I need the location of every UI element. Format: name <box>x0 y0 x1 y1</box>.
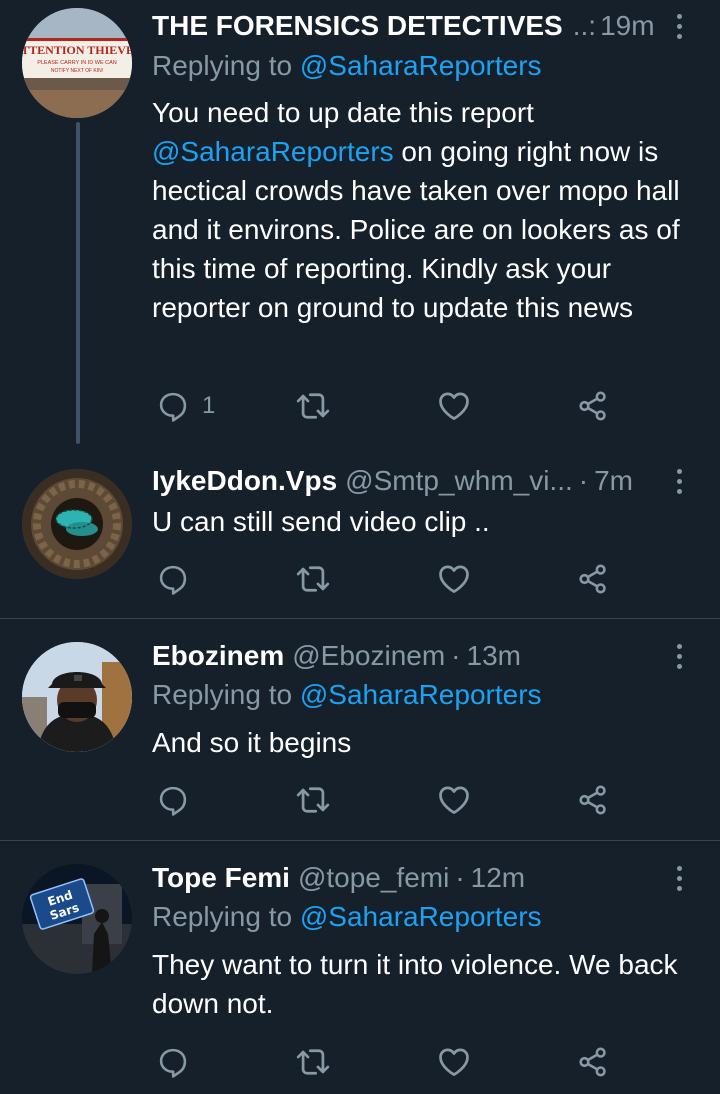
avatar[interactable]: ATTENTION THIEVES PLEASE CARRY IN ID WE … <box>22 8 132 118</box>
avatar-image <box>22 642 132 752</box>
tweet-actions <box>152 559 622 599</box>
retweet-icon <box>295 782 331 818</box>
tweet-actions <box>152 780 622 820</box>
like-icon <box>436 782 472 818</box>
replying-to: Replying to @SaharaReporters <box>152 50 542 82</box>
avatar-sign-line1: ATTENTION THIEVES <box>22 43 132 57</box>
tweet-text: U can still send video clip .. <box>152 506 490 537</box>
avatar-sign-line2: PLEASE CARRY IN ID WE CAN <box>37 60 117 66</box>
share-icon <box>576 1045 610 1079</box>
separator: · <box>578 465 589 496</box>
timestamp[interactable]: 7m <box>594 465 633 497</box>
handle[interactable]: @Smtp_whm_vi... <box>345 465 573 497</box>
share-icon <box>576 562 610 596</box>
avatar-sign-line3: NOTIFY NEXT OF KIN! <box>51 68 103 74</box>
retweet-icon <box>295 561 331 597</box>
tweet-text: They want to turn it into violence. We b… <box>152 949 678 1019</box>
like-button[interactable] <box>436 780 472 820</box>
share-icon <box>576 783 610 817</box>
share-button[interactable] <box>576 559 610 599</box>
like-button[interactable] <box>436 1042 472 1082</box>
tweet[interactable]: End Sars Tope Femi @tope_femi · 12m Repl… <box>0 841 720 1094</box>
tweet-header: THE FORENSICS DETECTIVES ..: 19m <box>152 6 656 46</box>
retweet-button[interactable] <box>295 1042 331 1082</box>
reply-icon <box>156 783 190 817</box>
more-icon[interactable] <box>674 6 684 46</box>
display-name[interactable]: Tope Femi <box>152 862 290 894</box>
retweet-icon <box>295 1044 331 1080</box>
replying-mention[interactable]: @SaharaReporters <box>300 50 542 81</box>
like-icon <box>436 1044 472 1080</box>
retweet-button[interactable] <box>295 386 331 426</box>
avatar-image <box>22 469 132 579</box>
retweet-icon <box>295 388 331 424</box>
separator: · <box>455 862 465 893</box>
separator: · <box>451 640 461 671</box>
like-icon <box>436 388 472 424</box>
reply-button[interactable]: 1 <box>156 386 215 426</box>
reply-icon <box>156 562 190 596</box>
handle[interactable]: @Ebozinem <box>292 640 445 672</box>
avatar[interactable]: End Sars <box>22 864 132 974</box>
replying-to: Replying to @SaharaReporters <box>152 679 542 711</box>
more-icon[interactable] <box>674 461 684 501</box>
avatar[interactable] <box>22 469 132 579</box>
avatar-image: End Sars <box>22 864 132 974</box>
replying-prefix: Replying to <box>152 901 293 932</box>
thread-line <box>76 122 80 444</box>
replying-mention[interactable]: @SaharaReporters <box>300 679 542 710</box>
tweet-actions <box>152 1042 622 1082</box>
share-button[interactable] <box>576 780 610 820</box>
tweet-header: Ebozinem @Ebozinem · 13m <box>152 636 660 676</box>
timestamp[interactable]: 19m <box>600 10 654 42</box>
tweet-text: And so it begins <box>152 727 352 758</box>
timestamp[interactable]: 13m <box>467 640 521 672</box>
tweet[interactable]: IykeDdon.Vps @Smtp_whm_vi... · 7m U can … <box>0 455 720 618</box>
retweet-button[interactable] <box>295 559 331 599</box>
tweet[interactable]: ATTENTION THIEVES PLEASE CARRY IN ID WE … <box>0 0 720 455</box>
display-name[interactable]: Ebozinem <box>152 640 284 672</box>
avatar[interactable] <box>22 642 132 752</box>
tweet-text: You need to up date this report @SaharaR… <box>152 93 697 327</box>
reply-button[interactable] <box>156 559 202 599</box>
reply-button[interactable] <box>156 1042 202 1082</box>
more-icon[interactable] <box>674 636 684 676</box>
reply-button[interactable] <box>156 780 202 820</box>
replying-mention[interactable]: @SaharaReporters <box>300 901 542 932</box>
share-icon <box>576 389 610 423</box>
share-button[interactable] <box>576 1042 610 1082</box>
like-icon <box>436 561 472 597</box>
display-name[interactable]: IykeDdon.Vps <box>152 465 337 497</box>
tweet[interactable]: Ebozinem @Ebozinem · 13m Replying to @Sa… <box>0 619 720 840</box>
reply-count: 1 <box>202 392 216 419</box>
tweet-mention[interactable]: @SaharaReporters <box>152 136 394 167</box>
handle[interactable]: @tope_femi <box>298 862 449 894</box>
replying-prefix: Replying to <box>152 679 293 710</box>
handle[interactable]: ..: <box>573 10 596 42</box>
avatar-image: ATTENTION THIEVES PLEASE CARRY IN ID WE … <box>22 8 132 118</box>
replying-to: Replying to @SaharaReporters <box>152 901 542 933</box>
tweet-header: Tope Femi @tope_femi · 12m <box>152 858 660 898</box>
replying-prefix: Replying to <box>152 50 293 81</box>
tweet-text-part: You need to up date this report <box>152 97 534 128</box>
timestamp[interactable]: 12m <box>471 862 525 894</box>
reply-icon <box>156 389 190 423</box>
like-button[interactable] <box>436 386 472 426</box>
more-icon[interactable] <box>674 858 684 898</box>
tweet-actions: 1 <box>152 386 622 426</box>
retweet-button[interactable] <box>295 780 331 820</box>
display-name[interactable]: THE FORENSICS DETECTIVES <box>152 10 563 42</box>
tweet-header: IykeDdon.Vps @Smtp_whm_vi... · 7m <box>152 461 660 501</box>
reply-icon <box>156 1045 190 1079</box>
share-button[interactable] <box>576 386 610 426</box>
like-button[interactable] <box>436 559 472 599</box>
